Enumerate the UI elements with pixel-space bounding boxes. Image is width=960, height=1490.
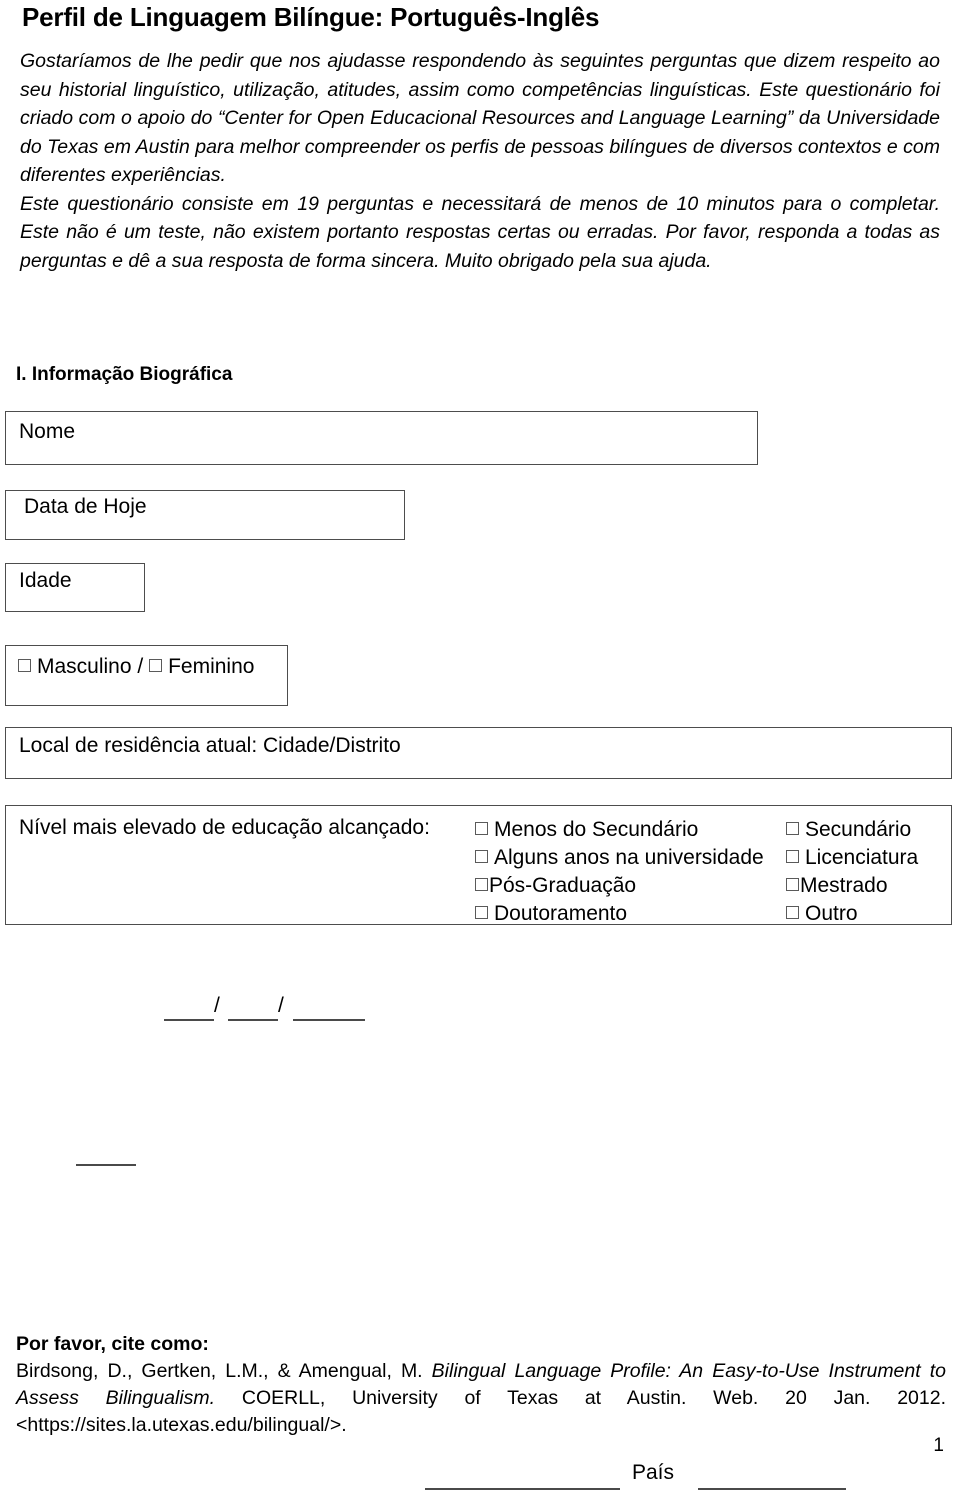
intro-text-block: Gostaríamos de lhe pedir que nos ajudass…	[20, 47, 940, 275]
education-option-postgraduate[interactable]: Pós-Graduação	[475, 872, 764, 900]
gender-divider: /	[137, 655, 144, 678]
education-option-label: Mestrado	[800, 874, 888, 897]
education-field-box[interactable]: Nível mais elevado de educação alcançado…	[5, 805, 952, 925]
intro-paragraph-2: Este questionário consiste em 19 pergunt…	[20, 192, 940, 272]
age-field-label: Idade	[19, 569, 72, 592]
date-field-label: Data de Hoje	[24, 495, 147, 518]
education-option-secondary[interactable]: Secundário	[786, 816, 918, 844]
education-options-left-column: Menos do Secundário Alguns anos na unive…	[475, 816, 764, 928]
checkbox-icon[interactable]	[786, 822, 799, 835]
education-option-some-university[interactable]: Alguns anos na universidade	[475, 844, 764, 872]
age-field-box[interactable]: Idade	[5, 563, 145, 1166]
country-field-label: País	[632, 1461, 675, 1484]
checkbox-icon[interactable]	[786, 850, 799, 863]
education-option-doctorate[interactable]: Doutoramento	[475, 900, 764, 928]
age-input-line[interactable]	[76, 1164, 136, 1166]
date-field-box[interactable]: Data de Hoje / /	[5, 490, 405, 1021]
gender-options: Masculino / Feminino	[18, 655, 254, 679]
checkbox-male-icon[interactable]	[18, 659, 31, 672]
gender-field-box[interactable]: Masculino / Feminino	[5, 645, 288, 706]
education-option-label: Menos do Secundário	[494, 818, 699, 841]
education-option-label: Outro	[805, 902, 858, 925]
citation-block: Por favor, cite como: Birdsong, D., Gertk…	[16, 1331, 946, 1439]
education-option-less-than-secondary[interactable]: Menos do Secundário	[475, 816, 764, 844]
education-prompt-label: Nível mais elevado de educação alcançado…	[19, 816, 430, 839]
checkbox-icon[interactable]	[475, 822, 488, 835]
date-separator-2: /	[278, 994, 284, 1017]
education-option-label: Secundário	[805, 818, 912, 841]
checkbox-icon[interactable]	[786, 906, 799, 919]
checkbox-icon[interactable]	[786, 878, 799, 891]
section-heading-biographic-info: I. Informação Biográfica	[16, 364, 233, 385]
gender-male-label: Masculino	[37, 655, 132, 678]
checkbox-icon[interactable]	[475, 878, 488, 891]
education-option-label: Doutoramento	[494, 902, 628, 925]
education-option-bachelor[interactable]: Licenciatura	[786, 844, 918, 872]
checkbox-female-icon[interactable]	[149, 659, 163, 672]
education-option-label: Licenciatura	[805, 846, 919, 869]
page-title: Perfil de Linguagem Bilíngue: Português-…	[22, 2, 600, 32]
citation-authors: Birdsong, D., Gertken, L.M., & Amengual,…	[16, 1360, 432, 1382]
education-option-master[interactable]: Mestrado	[786, 872, 918, 900]
date-separator-1: /	[214, 994, 220, 1017]
name-field-label: Nome	[19, 420, 76, 443]
education-option-other[interactable]: Outro	[786, 900, 918, 928]
date-day-input-line[interactable]	[164, 1019, 214, 1021]
education-option-label: Pós-Graduação	[489, 874, 637, 897]
residence-field-label: Local de residência atual: Cidade/Distri…	[19, 734, 401, 757]
checkbox-icon[interactable]	[475, 906, 488, 919]
page-number: 1	[933, 1435, 944, 1456]
date-month-input-line[interactable]	[228, 1019, 278, 1021]
date-year-input-line[interactable]	[293, 1019, 365, 1021]
gender-female-label: Feminino	[168, 655, 255, 678]
citation-heading: Por favor, cite como:	[16, 1333, 209, 1355]
name-field-box[interactable]: Nome	[5, 411, 758, 858]
intro-paragraph-1: Gostaríamos de lhe pedir que nos ajudass…	[20, 50, 940, 186]
document-page: Perfil de Linguagem Bilíngue: Português-…	[0, 0, 960, 1490]
checkbox-icon[interactable]	[475, 850, 488, 863]
residence-field-box[interactable]: Local de residência atual: Cidade/Distri…	[5, 727, 952, 1490]
education-options-right-column: Secundário Licenciatura Mestrado Outro	[786, 816, 918, 928]
education-option-label: Alguns anos na universidade	[494, 846, 764, 869]
